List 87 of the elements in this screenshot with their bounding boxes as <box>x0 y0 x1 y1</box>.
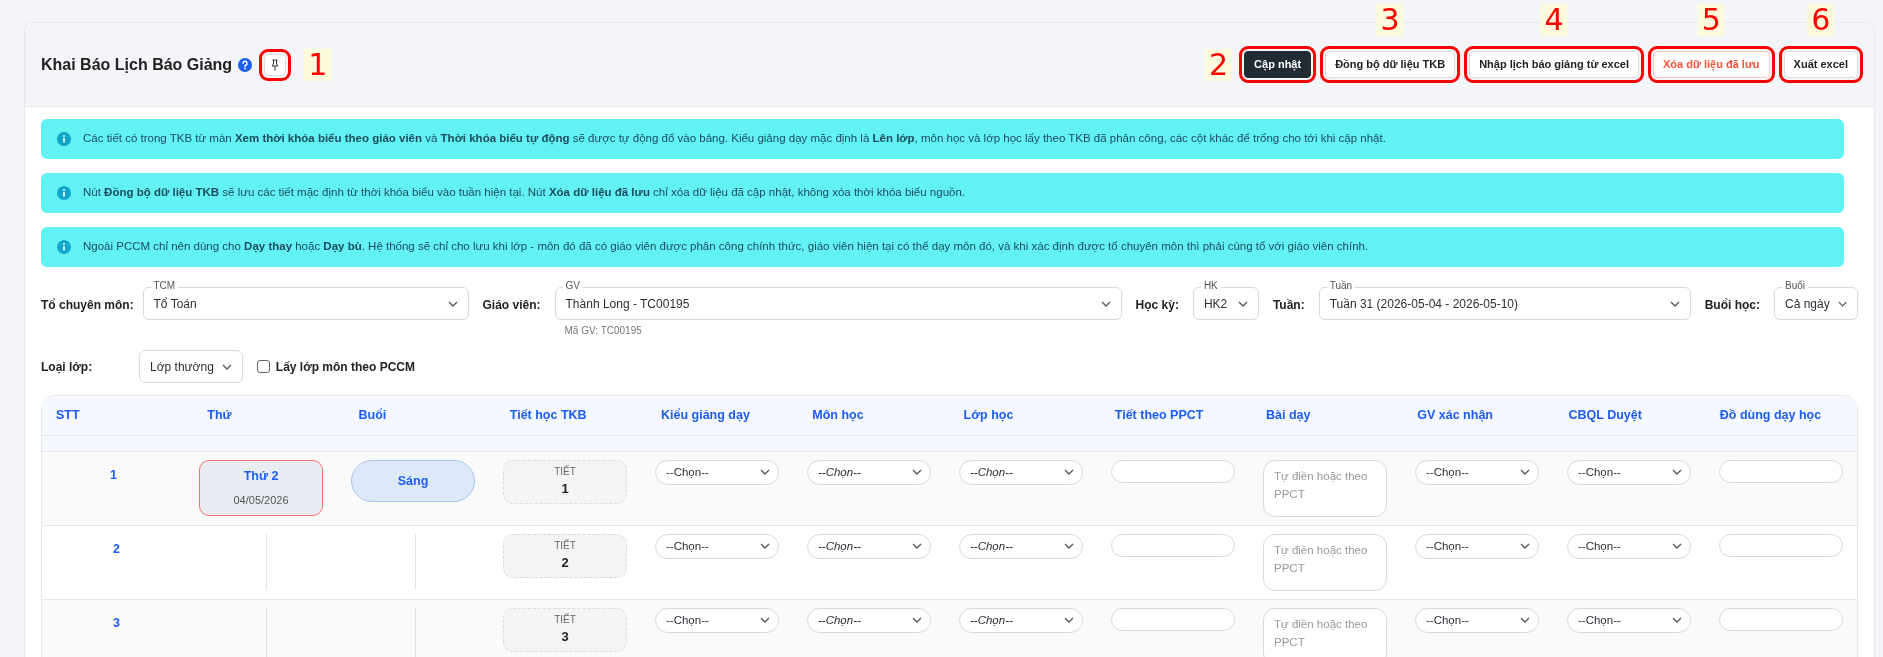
info-icon <box>57 186 71 200</box>
chevron-down-icon <box>1520 617 1530 624</box>
callout-number: 3 <box>1376 4 1404 36</box>
chevron-down-icon <box>1064 543 1074 550</box>
callout-number: 6 <box>1807 4 1835 36</box>
dropdown-select[interactable]: --Chọn-- <box>807 533 931 559</box>
text-input[interactable] <box>1111 459 1235 483</box>
page-title: Khai Báo Lịch Báo Giảng <box>41 54 233 75</box>
dropdown-select[interactable]: --Chọn-- <box>959 459 1083 485</box>
filter-label: Loại lớp: <box>41 358 94 376</box>
dropdown-select[interactable]: --Chọn-- <box>959 533 1083 559</box>
dropdown-select[interactable]: --Chọn-- <box>655 607 779 633</box>
dropdown-select[interactable]: --Chọn-- <box>1415 459 1539 485</box>
helper-text: Mã GV: TC00195 <box>563 324 643 338</box>
column-header: Tiết theo PPCT <box>1100 396 1252 435</box>
chevron-down-icon <box>1064 617 1074 624</box>
column-header: CBQL Duyệt <box>1554 396 1706 435</box>
chevron-down-icon <box>1520 543 1530 550</box>
chevron-down-icon <box>760 543 770 550</box>
info-icon <box>57 240 71 254</box>
dropdown-select[interactable]: --Chọn-- <box>655 459 779 485</box>
period-card: TIẾT 1 <box>503 459 627 504</box>
notice-text: Nút Đồng bộ dữ liệu TKB sẽ lưu các tiết mặc định từ thời khóa biểu vào tuần hiện tại. Nút Xóa dữ liệu đã lưu chỉ xóa dữ liệu đã cập nhật, không xóa thời khóa biểu nguồn. <box>83 185 966 201</box>
row-number: 3 <box>112 614 121 632</box>
chevron-down-icon <box>760 469 770 476</box>
dropdown-select[interactable]: --Chọn-- <box>1415 533 1539 559</box>
filter-label: Giáo viên: <box>482 298 541 312</box>
text-input[interactable] <box>1719 607 1843 631</box>
checkbox[interactable] <box>256 360 270 373</box>
text-input[interactable] <box>1111 607 1235 631</box>
chevron-down-icon <box>1100 300 1111 307</box>
column-header: Đồ dùng dạy học <box>1705 396 1857 435</box>
filter-label: Tổ chuyên môn: <box>41 298 134 312</box>
dropdown-select[interactable]: --Chọn-- <box>1567 459 1691 485</box>
callout-number: 2 <box>1205 48 1233 81</box>
column-header: Kiểu giảng dạy <box>647 396 799 435</box>
help-icon[interactable] <box>238 57 253 72</box>
pin-icon <box>270 58 281 71</box>
chevron-down-icon <box>1672 543 1682 550</box>
session-pill[interactable]: Sáng <box>351 459 475 502</box>
chevron-down-icon <box>760 617 770 624</box>
column-header: STT <box>42 396 194 435</box>
column-header: Tiết học TKB <box>495 396 647 435</box>
dropdown-select[interactable]: --Chọn-- <box>1567 607 1691 633</box>
dropdown-select[interactable]: --Chọn-- <box>807 607 931 633</box>
chevron-down-icon <box>1520 469 1530 476</box>
chevron-down-icon <box>1064 469 1074 476</box>
chevron-down-icon <box>221 363 232 370</box>
chevron-down-icon <box>1669 300 1680 307</box>
callout-number: 5 <box>1697 4 1725 36</box>
filter-label: Buổi học: <box>1704 298 1760 312</box>
filter-label: Tuần: <box>1272 298 1305 312</box>
column-header: GV xác nhận <box>1403 396 1555 435</box>
dropdown-select[interactable]: --Chọn-- <box>655 533 779 559</box>
chevron-down-icon <box>912 543 922 550</box>
period-card: TIẾT 2 <box>503 533 627 578</box>
chevron-down-icon <box>1837 300 1847 307</box>
checkbox-label: Lấy lớp môn theo PCCM <box>275 358 415 376</box>
day-card[interactable]: Thứ 2 04/05/2026 <box>199 459 323 516</box>
callout-number: 1 <box>304 48 332 81</box>
dropdown-select[interactable]: --Chọn-- <box>1567 533 1691 559</box>
text-input[interactable] <box>1719 459 1843 483</box>
text-input[interactable] <box>1719 533 1843 557</box>
chevron-down-icon <box>912 617 922 624</box>
dropdown-select[interactable]: --Chọn-- <box>959 607 1083 633</box>
chevron-down-icon <box>1237 300 1248 307</box>
column-header: Buổi <box>344 396 496 435</box>
column-header: Môn học <box>798 396 950 435</box>
notice-text: Các tiết có trong TKB từ màn Xem thời khóa biểu theo giáo viên và Thời khóa biểu tự động sẽ được tự động đổ vào bảng. Kiểu giảng dạy mặc định là Lên lớp, môn học và lớp học lấy theo TKB đã phân công, các cột khác để trống cho tới khi cập nhật. <box>83 131 1386 147</box>
chevron-down-icon <box>447 300 458 307</box>
chevron-down-icon <box>1672 469 1682 476</box>
column-header: Thứ <box>193 396 345 435</box>
row-number: 2 <box>112 540 121 558</box>
chevron-down-icon <box>1672 617 1682 624</box>
class-type-select[interactable]: Lớp thường <box>139 350 243 383</box>
notice-text: Ngoài PCCM chỉ nên dùng cho Dạy thay hoặc Dạy bù. Hệ thống sẽ chỉ cho lưu khi lớp - môn đó đã có giáo viên được phân công chính thức, giáo viên hiện tại có thể dạy môn đó, và khi xác định được tổ chuyên môn thì phải cùng tổ với giáo viên chính. <box>83 239 1369 255</box>
text-input[interactable] <box>1111 533 1235 557</box>
period-card: TIẾT 3 <box>503 607 627 652</box>
dropdown-select[interactable]: --Chọn-- <box>807 459 931 485</box>
dropdown-select[interactable]: --Chọn-- <box>1415 607 1539 633</box>
column-header: Bài dạy <box>1252 396 1404 435</box>
info-icon <box>57 132 71 146</box>
chevron-down-icon <box>912 469 922 476</box>
filter-label: Học kỳ: <box>1135 298 1179 312</box>
column-header: Lớp học <box>949 396 1101 435</box>
callout-number: 4 <box>1540 4 1568 36</box>
row-number: 1 <box>109 466 118 484</box>
